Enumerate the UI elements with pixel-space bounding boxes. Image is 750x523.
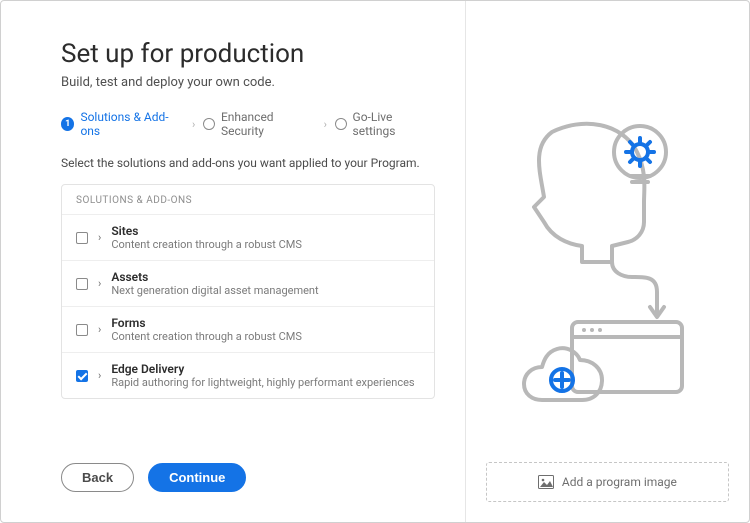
illustration (512, 61, 702, 462)
checkbox-icon[interactable] (76, 278, 88, 290)
back-button[interactable]: Back (61, 463, 134, 492)
solution-item-forms[interactable]: › Forms Content creation through a robus… (62, 306, 434, 352)
chevron-right-icon[interactable]: › (98, 323, 101, 336)
add-image-label: Add a program image (562, 475, 677, 489)
solution-title: Assets (111, 270, 318, 284)
solution-title: Forms (111, 316, 302, 330)
continue-button[interactable]: Continue (148, 463, 246, 492)
breadcrumb: 1 Solutions & Add-ons › Enhanced Securit… (61, 110, 435, 138)
footer-buttons: Back Continue (61, 433, 435, 492)
solution-item-sites[interactable]: › Sites Content creation through a robus… (62, 214, 434, 260)
page-title: Set up for production (61, 39, 435, 69)
checkbox-icon[interactable] (76, 232, 88, 244)
solution-title: Sites (111, 224, 302, 238)
solution-desc: Rapid authoring for lightweight, highly … (111, 376, 414, 389)
solution-title: Edge Delivery (111, 362, 414, 376)
page-subtitle: Build, test and deploy your own code. (61, 75, 435, 90)
solution-desc: Content creation through a robust CMS (111, 238, 302, 251)
solutions-header: SOLUTIONS & ADD-ONS (62, 185, 434, 214)
solution-item-assets[interactable]: › Assets Next generation digital asset m… (62, 260, 434, 306)
solutions-list: SOLUTIONS & ADD-ONS › Sites Content crea… (61, 184, 435, 399)
instructions-text: Select the solutions and add-ons you wan… (61, 156, 435, 170)
right-panel: Add a program image (465, 1, 749, 522)
solution-text: Forms Content creation through a robust … (111, 316, 302, 343)
breadcrumb-label: Go-Live settings (353, 110, 435, 138)
idea-cloud-icon (512, 112, 702, 412)
step-circle-icon (335, 118, 347, 130)
image-icon (538, 475, 554, 489)
solution-text: Sites Content creation through a robust … (111, 224, 302, 251)
solution-desc: Content creation through a robust CMS (111, 330, 302, 343)
chevron-right-icon[interactable]: › (98, 277, 101, 290)
chevron-right-icon[interactable]: › (98, 231, 101, 244)
left-panel: Set up for production Build, test and de… (1, 1, 465, 522)
setup-modal: Set up for production Build, test and de… (0, 0, 750, 523)
solution-item-edge-delivery[interactable]: › Edge Delivery Rapid authoring for ligh… (62, 352, 434, 398)
checkbox-icon[interactable] (76, 370, 88, 382)
solution-text: Assets Next generation digital asset man… (111, 270, 318, 297)
step-circle-icon (203, 118, 215, 130)
breadcrumb-label: Solutions & Add-ons (80, 110, 184, 138)
add-program-image-button[interactable]: Add a program image (486, 462, 729, 502)
chevron-right-icon[interactable]: › (98, 369, 101, 382)
breadcrumb-step-security[interactable]: Enhanced Security (203, 110, 315, 138)
chevron-right-icon: › (192, 118, 195, 131)
breadcrumb-label: Enhanced Security (221, 110, 316, 138)
breadcrumb-step-golive[interactable]: Go-Live settings (335, 110, 435, 138)
chevron-right-icon: › (324, 118, 327, 131)
step-number-icon: 1 (61, 117, 74, 131)
breadcrumb-step-solutions[interactable]: 1 Solutions & Add-ons (61, 110, 184, 138)
solution-text: Edge Delivery Rapid authoring for lightw… (111, 362, 414, 389)
solution-desc: Next generation digital asset management (111, 284, 318, 297)
checkbox-icon[interactable] (76, 324, 88, 336)
